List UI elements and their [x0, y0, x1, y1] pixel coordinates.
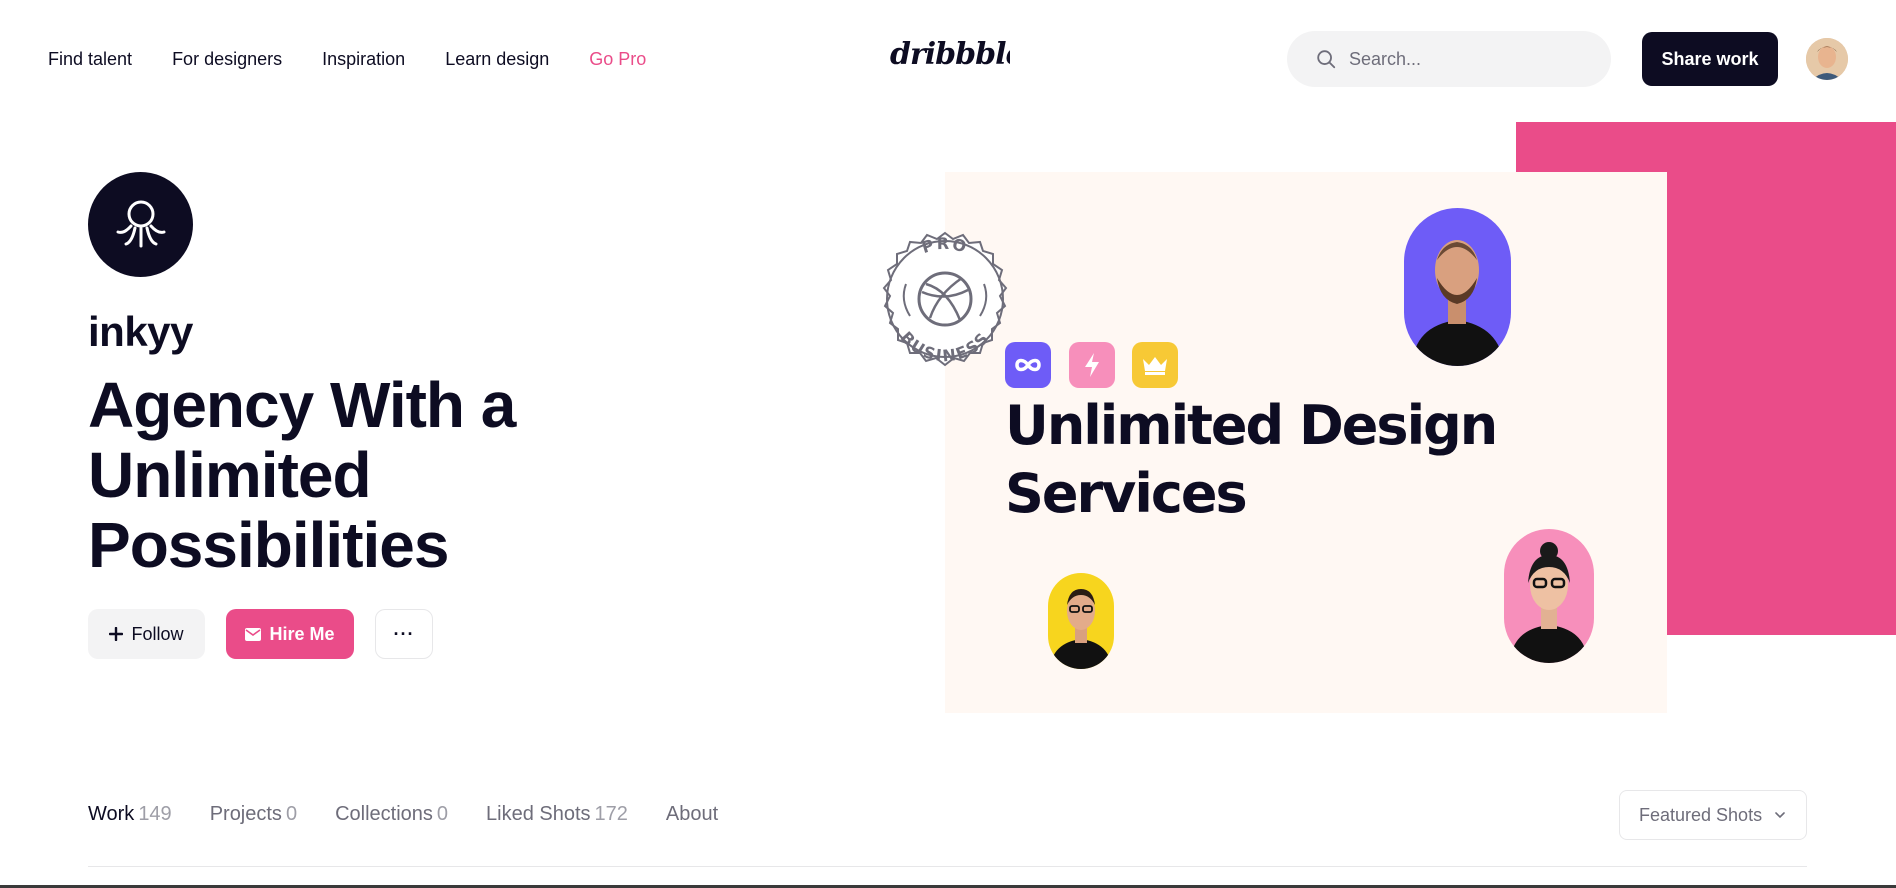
top-navigation: Find talent For designers Inspiration Le… [0, 0, 1896, 118]
plus-icon [109, 627, 124, 641]
tab-liked-shots[interactable]: Liked Shots 172 [486, 802, 628, 826]
user-avatar[interactable] [1806, 38, 1848, 80]
dribbble-logo[interactable]: dribbble [888, 34, 1010, 74]
tab-about-label: About [665, 803, 719, 825]
user-avatar-image [1806, 38, 1848, 80]
tab-projects-label: Projects [209, 803, 282, 825]
share-work-button[interactable]: Share work [1642, 32, 1778, 86]
tab-work-count: 149 [138, 803, 172, 825]
tab-collections-count: 0 [436, 803, 449, 825]
sort-selected-label: Featured Shots [1639, 804, 1763, 825]
nav-links: Find talent For designers Inspiration Le… [48, 48, 646, 70]
follow-button[interactable]: Follow [88, 609, 205, 659]
hire-me-button[interactable]: Hire Me [226, 609, 354, 659]
tab-work[interactable]: Work 149 [88, 802, 172, 826]
profile-username: inkyy [88, 308, 193, 355]
mail-icon [245, 627, 262, 641]
search-input[interactable] [1349, 48, 1599, 70]
profile-actions: Follow Hire Me ··· [88, 609, 433, 659]
chevron-down-icon [1775, 812, 1785, 819]
profile-tabs: Work 149 Projects 0 Collections 0 Liked Sho… [88, 802, 718, 826]
featured-shots-dropdown[interactable]: Featured Shots [1619, 790, 1807, 840]
team-photo-man-glasses [1048, 573, 1114, 669]
more-options-button[interactable]: ··· [375, 609, 433, 659]
nav-learn-design[interactable]: Learn design [445, 48, 549, 70]
search-box[interactable] [1287, 31, 1611, 87]
pro-business-seal-icon: PRO BUSINESS [882, 231, 1008, 367]
team-photo-man-bearded [1404, 208, 1511, 366]
cover-title-line1: Unlimited Design [1005, 394, 1498, 457]
nav-find-talent[interactable]: Find talent [48, 48, 132, 70]
tab-about[interactable]: About [666, 802, 718, 826]
tab-work-label: Work [88, 803, 135, 825]
hire-me-label: Hire Me [269, 623, 335, 644]
team-photo-woman-glasses [1504, 529, 1594, 663]
tab-projects-count: 0 [285, 803, 298, 825]
tabs-divider [88, 866, 1807, 867]
nav-go-pro[interactable]: Go Pro [589, 48, 646, 70]
search-icon [1317, 50, 1336, 69]
tab-projects[interactable]: Projects 0 [210, 802, 297, 826]
lightning-badge-icon [1069, 342, 1115, 388]
tab-liked-shots-label: Liked Shots [486, 803, 591, 825]
profile-headline: Agency With a Unlimited Possibilities [88, 369, 516, 581]
tab-collections-label: Collections [335, 803, 433, 825]
cover-title: Unlimited Design Services [1005, 392, 1498, 528]
tab-liked-shots-count: 172 [594, 803, 628, 825]
logo-text: dribbble [890, 37, 1010, 72]
cover-image: Unlimited Design Services [945, 172, 1667, 713]
profile-avatar[interactable] [88, 172, 193, 277]
nav-for-designers[interactable]: For designers [172, 48, 282, 70]
tab-collections[interactable]: Collections 0 [335, 802, 448, 826]
follow-label: Follow [131, 623, 184, 644]
octopus-logo-icon [116, 200, 165, 247]
cover-title-line2: Services [1005, 462, 1248, 525]
crown-badge-icon [1132, 342, 1178, 388]
nav-inspiration[interactable]: Inspiration [322, 48, 405, 70]
